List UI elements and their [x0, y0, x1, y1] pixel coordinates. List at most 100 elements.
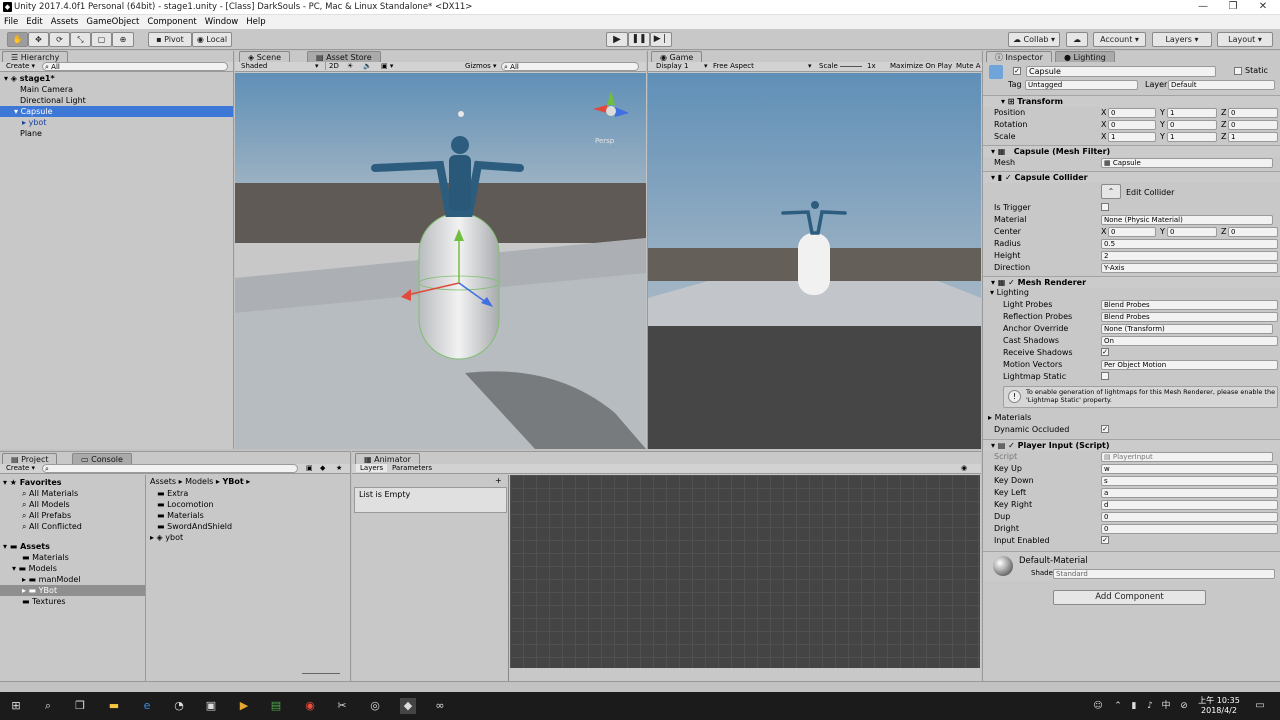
hierarchy-item-main-camera[interactable]: Main Camera [0, 84, 73, 95]
lighting-foldout[interactable]: ▾ Lighting [990, 288, 1029, 297]
scale-x-input[interactable]: 1 [1108, 132, 1156, 142]
gizmos-dropdown[interactable]: Gizmos ▾ [465, 62, 497, 70]
icon-size-slider[interactable] [302, 673, 340, 674]
shading-dropdown[interactable]: Shaded [241, 62, 267, 70]
tool-icon[interactable]: ✂ [334, 698, 350, 714]
fav-all-conflicted[interactable]: ⌕ All Conflicted [0, 521, 82, 532]
breadcrumb-assets[interactable]: Assets [150, 477, 176, 486]
radius-input[interactable]: 0.5 [1101, 239, 1278, 249]
hierarchy-item-directional-light[interactable]: Directional Light [0, 95, 86, 106]
transform-tool-icon[interactable]: ⊕ [112, 32, 134, 47]
menu-assets[interactable]: Assets [47, 15, 83, 29]
search-icon[interactable]: ⌕ [40, 698, 56, 714]
edit-collider-icon[interactable]: ⌃ [1101, 184, 1121, 199]
close-icon[interactable]: ✕ [1248, 0, 1278, 15]
account-dropdown[interactable]: Account ▾ [1093, 32, 1146, 47]
tab-layers[interactable]: Layers [356, 464, 388, 472]
motion-vectors-dropdown[interactable]: Per Object Motion [1101, 360, 1278, 370]
menu-help[interactable]: Help [242, 15, 269, 29]
position-z-input[interactable]: 0 [1228, 108, 1278, 118]
gameobject-active-checkbox[interactable]: ✓ [1013, 67, 1021, 75]
gameobject-name-input[interactable]: Capsule [1026, 66, 1216, 77]
anchor-override-field[interactable]: None (Transform) [1101, 324, 1273, 334]
pivot-toggle[interactable]: ▪ Pivot [148, 32, 192, 47]
task-view-icon[interactable]: ❐ [72, 698, 88, 714]
windows-start-icon[interactable]: ⊞ [8, 698, 24, 714]
key-down-input[interactable]: s [1101, 476, 1278, 486]
tree-ybot[interactable]: ▸ ▬ YBot [0, 585, 145, 596]
dright-input[interactable]: 0 [1101, 524, 1278, 534]
breadcrumb-models[interactable]: Models [185, 477, 213, 486]
hierarchy-item-capsule[interactable]: ▾ Capsule [0, 106, 233, 117]
fav-all-models[interactable]: ⌕ All Models [0, 499, 70, 510]
favorites-folder[interactable]: ▾ ★ Favorites [0, 477, 62, 488]
assets-folder[interactable]: ▾ ▬ Assets [0, 541, 50, 552]
tab-hierarchy[interactable]: ☰ Hierarchy [2, 51, 69, 62]
menu-edit[interactable]: Edit [22, 15, 46, 29]
layer-dropdown[interactable]: Default [1168, 80, 1275, 90]
favorite-star-icon[interactable]: ★ [336, 464, 342, 472]
tab-game[interactable]: ◉ Game [651, 51, 703, 62]
center-x-input[interactable]: 0 [1108, 227, 1156, 237]
center-y-input[interactable]: 0 [1167, 227, 1217, 237]
tray-app-icon[interactable]: ⊘ [1176, 698, 1192, 714]
game-viewport[interactable] [648, 73, 981, 449]
minimize-icon[interactable]: — [1188, 0, 1218, 15]
pause-icon[interactable]: ❚❚ [628, 32, 650, 47]
tree-materials[interactable]: ▬ Materials [0, 552, 69, 563]
project-search-input[interactable]: ⌕ [42, 464, 298, 473]
dynamic-occluded-checkbox[interactable]: ✓ [1101, 425, 1109, 433]
filter-type-icon[interactable]: ▣ [306, 464, 313, 472]
is-trigger-checkbox[interactable] [1101, 203, 1109, 211]
tab-lighting[interactable]: ● Lighting [1055, 51, 1115, 62]
scene-viewport[interactable]: Persp [235, 73, 646, 449]
file-explorer-icon[interactable]: ▬ [106, 698, 122, 714]
tab-parameters[interactable]: Parameters [392, 464, 432, 472]
mode-2d-toggle[interactable]: 2D [325, 62, 342, 70]
transform-header[interactable]: ▾ ⊞ Transform [983, 95, 1280, 107]
key-left-input[interactable]: a [1101, 488, 1278, 498]
add-layer-icon[interactable]: + [495, 476, 502, 485]
media-player-icon[interactable]: ▶ [236, 698, 252, 714]
input-enabled-checkbox[interactable]: ✓ [1101, 536, 1109, 544]
position-y-input[interactable]: 1 [1167, 108, 1217, 118]
add-component-button[interactable]: Add Component [1053, 590, 1206, 605]
scale-y-input[interactable]: 1 [1167, 132, 1217, 142]
people-icon[interactable]: ☺ [1090, 698, 1106, 714]
capsule-collider-header[interactable]: ▾ ▮ ✓ Capsule Collider [983, 171, 1280, 183]
tree-manmodel[interactable]: ▸ ▬ manModel [0, 574, 80, 585]
tab-console[interactable]: ▭ Console [72, 453, 132, 464]
visual-studio-icon[interactable]: ∞ [432, 698, 448, 714]
reflection-probes-dropdown[interactable]: Blend Probes [1101, 312, 1278, 322]
hierarchy-create-button[interactable]: Create ▾ [6, 62, 35, 70]
tab-scene[interactable]: ◈ Scene [239, 51, 291, 62]
file-extra[interactable]: ▬ Extra [147, 488, 188, 499]
static-checkbox[interactable] [1234, 67, 1242, 75]
key-right-input[interactable]: d [1101, 500, 1278, 510]
maximize-icon[interactable]: ❐ [1218, 0, 1248, 15]
play-icon[interactable]: ▶ [606, 32, 628, 47]
scale-z-input[interactable]: 1 [1228, 132, 1278, 142]
store-icon[interactable]: ▣ [203, 698, 219, 714]
tab-asset-store[interactable]: ▤ Asset Store [307, 51, 381, 62]
edge-browser-icon[interactable]: e [139, 698, 155, 714]
tag-dropdown[interactable]: Untagged [1025, 80, 1138, 90]
cloud-icon[interactable]: ☁ [1066, 32, 1088, 47]
volume-icon[interactable]: ♪ [1142, 698, 1158, 714]
menu-file[interactable]: File [0, 15, 22, 29]
menu-gameobject[interactable]: GameObject [82, 15, 143, 29]
layers-dropdown[interactable]: Layers ▾ [1152, 32, 1212, 47]
project-create-button[interactable]: Create ▾ [6, 464, 35, 472]
tree-textures[interactable]: ▬ Textures [0, 596, 66, 607]
lighting-toggle-icon[interactable]: ☀ [347, 62, 353, 70]
network-icon[interactable]: ▮ [1126, 698, 1142, 714]
step-icon[interactable]: ▶❘ [650, 32, 672, 47]
breadcrumb-ybot[interactable]: YBot [222, 477, 243, 486]
hierarchy-item-plane[interactable]: Plane [0, 128, 42, 139]
scene-search-input[interactable]: ⌕ All [501, 62, 639, 71]
file-materials[interactable]: ▬ Materials [147, 510, 204, 521]
unity-editor-icon[interactable]: ◆ [400, 698, 416, 714]
center-z-input[interactable]: 0 [1228, 227, 1278, 237]
tree-models[interactable]: ▾ ▬ Models [0, 563, 57, 574]
player-input-header[interactable]: ▾ ▤ ✓ Player Input (Script) [983, 439, 1280, 451]
